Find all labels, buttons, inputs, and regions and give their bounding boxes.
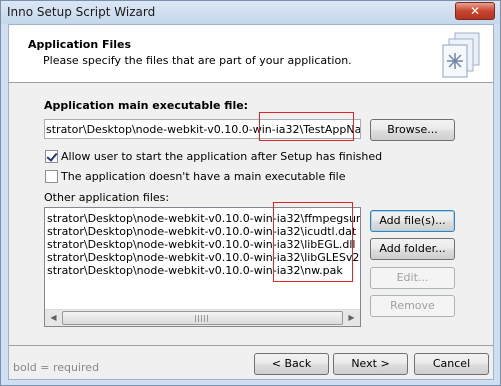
wizard-client-area: Application Files Please specify the fil…	[8, 24, 494, 380]
main-exe-label: Application main executable file:	[44, 99, 249, 112]
wizard-window: Inno Setup Script Wizard ✕ Application F…	[0, 0, 501, 386]
scroll-grip-icon	[195, 315, 209, 322]
file-names-highlight	[273, 202, 353, 282]
scroll-right-arrow-icon[interactable]: ▶	[343, 310, 360, 326]
exe-name-highlight	[259, 112, 354, 141]
title-bar[interactable]: Inno Setup Script Wizard ✕	[1, 1, 500, 24]
horizontal-scrollbar[interactable]: ◀ ▶	[45, 309, 360, 326]
add-files-button[interactable]: Add file(s)...	[370, 210, 455, 232]
scrollbar-thumb[interactable]	[62, 311, 343, 325]
no-exe-label[interactable]: The application doesn't have a main exec…	[61, 170, 346, 183]
remove-button[interactable]: Remove	[370, 295, 455, 317]
page-subtitle: Please specify the files that are part o…	[43, 54, 352, 67]
other-files-label: Other application files:	[44, 191, 170, 204]
cancel-button[interactable]: Cancel	[414, 353, 489, 375]
footer-divider	[9, 345, 493, 346]
window-title: Inno Setup Script Wizard	[7, 5, 156, 19]
page-title: Application Files	[28, 38, 132, 51]
wizard-pages-icon	[442, 32, 480, 78]
scroll-left-arrow-icon[interactable]: ◀	[45, 310, 62, 326]
no-exe-checkbox[interactable]	[45, 170, 58, 183]
next-button[interactable]: Next >	[333, 353, 408, 375]
allow-start-checkbox[interactable]	[45, 150, 58, 163]
edit-button[interactable]: Edit...	[370, 267, 455, 289]
allow-start-label[interactable]: Allow user to start the application afte…	[61, 150, 382, 163]
wizard-header: Application Files Please specify the fil…	[9, 25, 493, 83]
add-folder-button[interactable]: Add folder...	[370, 238, 455, 260]
browse-button[interactable]: Browse...	[370, 119, 455, 141]
back-button[interactable]: < Back	[254, 353, 329, 375]
required-hint: bold = required	[13, 361, 100, 374]
close-button[interactable]: ✕	[455, 2, 495, 20]
